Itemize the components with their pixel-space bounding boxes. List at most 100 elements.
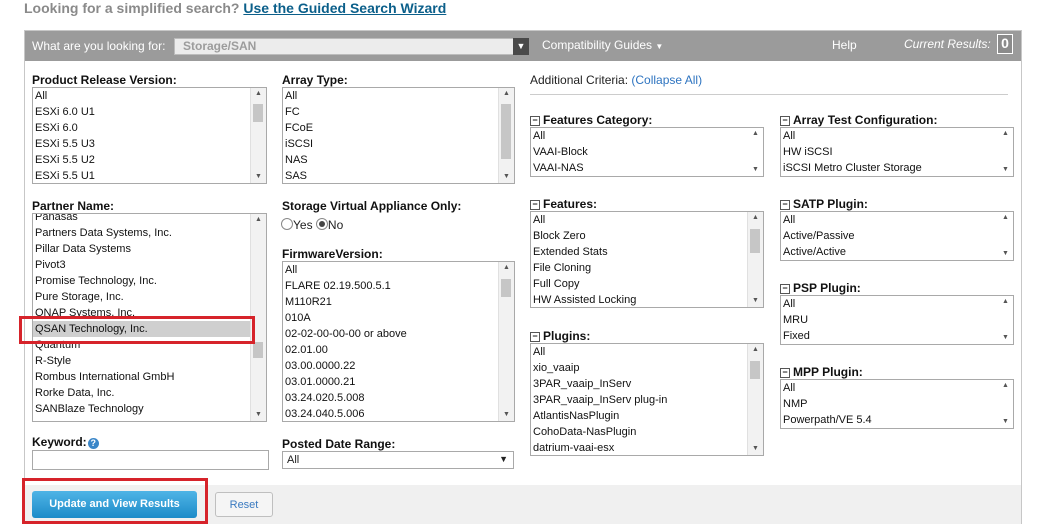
scrollbar[interactable]: ▲ ▼ <box>498 88 514 183</box>
list-option[interactable]: All <box>285 88 313 104</box>
product-release-listbox[interactable]: All ESXi 6.0 U1 ESXi 6.0 ESXi 5.5 U3 ESXi 5.… <box>32 87 267 184</box>
list-option[interactable]: 03.24.040.5.006 <box>285 406 407 421</box>
list-option[interactable]: Rorke Data, Inc. <box>35 385 248 401</box>
reset-button[interactable]: Reset <box>215 492 273 517</box>
list-option[interactable]: datrium-vaai-esx <box>533 440 667 455</box>
list-option[interactable]: M110R21 <box>285 294 407 310</box>
plugins-listbox[interactable]: All xio_vaaip 3PAR_vaaip_InServ 3PAR_vaaip_… <box>530 343 764 456</box>
list-option[interactable]: SANBlaze Technology <box>35 401 248 417</box>
psp-header[interactable]: − PSP Plugin: <box>780 281 861 295</box>
list-option[interactable]: Rombus International GmbH <box>35 369 248 385</box>
chevron-down-icon[interactable]: ▼ <box>513 38 529 55</box>
list-option[interactable]: Extended Stats <box>533 244 636 260</box>
list-option[interactable]: FLARE 02.19.500.5.1 <box>285 278 407 294</box>
list-option[interactable]: ESXi 5.5 U2 <box>35 152 95 168</box>
list-option[interactable]: 010A <box>285 310 407 326</box>
list-option[interactable]: SAS <box>285 168 313 183</box>
list-option[interactable]: All <box>783 128 922 144</box>
list-option[interactable]: MRU <box>783 312 810 328</box>
list-option[interactable]: Pivot3 <box>35 257 248 273</box>
features-category-listbox[interactable]: All VAAI-Block VAAI-NAS ▲ ▼ <box>530 127 764 177</box>
yes-radio[interactable] <box>281 218 293 230</box>
compatibility-guides-menu[interactable]: Compatibility Guides ▼ <box>542 38 663 52</box>
array-test-header[interactable]: − Array Test Configuration: <box>780 113 937 127</box>
scrollbar[interactable]: ▲ ▼ <box>998 128 1013 176</box>
list-option[interactable]: Active/Active <box>783 244 855 260</box>
posted-date-select[interactable]: All ▼ <box>282 451 514 469</box>
collapse-icon[interactable]: − <box>530 332 540 342</box>
satp-header[interactable]: − SATP Plugin: <box>780 197 868 211</box>
collapse-icon[interactable]: − <box>780 368 790 378</box>
list-option[interactable]: R-Style <box>35 353 248 369</box>
list-option[interactable]: All <box>35 88 95 104</box>
list-option[interactable]: iSCSI <box>285 136 313 152</box>
list-option[interactable]: Block Zero <box>533 228 636 244</box>
firmware-listbox[interactable]: All FLARE 02.19.500.5.1 M110R21 010A 02-02-0… <box>282 261 515 422</box>
list-option[interactable]: 03.24.020.5.008 <box>285 390 407 406</box>
list-option[interactable]: Fixed <box>783 328 810 344</box>
list-option[interactable]: All <box>533 344 667 360</box>
list-option[interactable]: All <box>533 128 588 144</box>
list-option[interactable]: All <box>285 262 407 278</box>
update-results-button[interactable]: Update and View Results <box>32 491 197 518</box>
list-option[interactable]: ESXi 6.0 <box>35 120 95 136</box>
list-option[interactable]: HW Assisted Locking <box>533 292 636 307</box>
collapse-icon[interactable]: − <box>530 116 540 126</box>
list-option[interactable]: Active/Passive <box>783 228 855 244</box>
list-option[interactable]: VAAI-Block <box>533 144 588 160</box>
collapse-icon[interactable]: − <box>530 200 540 210</box>
list-option[interactable]: xio_vaaip <box>533 360 667 376</box>
list-option[interactable]: iSCSI Metro Cluster Storage <box>783 160 922 176</box>
psp-listbox[interactable]: All MRU Fixed ▲ ▼ <box>780 295 1014 345</box>
scrollbar[interactable]: ▲ ▼ <box>498 262 514 421</box>
list-option[interactable]: FCoE <box>285 120 313 136</box>
list-option[interactable]: CohoData-NasPlugin <box>533 424 667 440</box>
scrollbar[interactable]: ▲ ▼ <box>250 88 266 183</box>
satp-listbox[interactable]: All Active/Passive Active/Active ▲ ▼ <box>780 211 1014 261</box>
list-option[interactable]: HW iSCSI <box>783 144 922 160</box>
list-option[interactable]: 3PAR_vaaip_InServ <box>533 376 667 392</box>
help-link[interactable]: Help <box>832 38 857 52</box>
list-option[interactable]: NMP <box>783 396 872 412</box>
help-icon[interactable]: ? <box>87 438 99 449</box>
scrollbar[interactable]: ▲ ▼ <box>998 212 1013 260</box>
guided-search-link[interactable]: Use the Guided Search Wizard <box>243 0 446 16</box>
list-option[interactable]: 3PAR_vaaip_InServ plug-in <box>533 392 667 408</box>
scrollbar[interactable]: ▲ ▼ <box>747 212 763 307</box>
list-option[interactable]: All <box>533 212 636 228</box>
list-option[interactable]: 02.01.00 <box>285 342 407 358</box>
list-option[interactable]: ESXi 6.0 U1 <box>35 104 95 120</box>
list-option[interactable]: All <box>783 212 855 228</box>
list-option[interactable]: AtlantisNasPlugin <box>533 408 667 424</box>
scrollbar[interactable]: ▲ ▼ <box>998 296 1013 344</box>
no-radio[interactable] <box>315 218 328 230</box>
list-option[interactable]: Pure Storage, Inc. <box>35 289 248 305</box>
list-option[interactable]: ESXi 5.5 U3 <box>35 136 95 152</box>
collapse-icon[interactable]: − <box>780 200 790 210</box>
list-option[interactable]: VAAI-NAS <box>533 160 588 176</box>
collapse-icon[interactable]: − <box>780 116 790 126</box>
mpp-listbox[interactable]: All NMP Powerpath/VE 5.4 ▲ ▼ <box>780 379 1014 429</box>
list-option[interactable]: Full Copy <box>533 276 636 292</box>
list-option[interactable]: FC <box>285 104 313 120</box>
collapse-all-link[interactable]: (Collapse All) <box>631 73 702 87</box>
array-type-listbox[interactable]: All FC FCoE iSCSI NAS SAS ▲ ▼ <box>282 87 515 184</box>
list-option[interactable]: Partners Data Systems, Inc. <box>35 225 248 241</box>
list-option[interactable]: All <box>783 380 872 396</box>
array-test-listbox[interactable]: All HW iSCSI iSCSI Metro Cluster Storage ▲… <box>780 127 1014 177</box>
list-option[interactable]: Pillar Data Systems <box>35 241 248 257</box>
collapse-icon[interactable]: − <box>780 284 790 294</box>
list-option[interactable]: File Cloning <box>533 260 636 276</box>
scrollbar[interactable]: ▲ ▼ <box>998 380 1013 428</box>
list-option[interactable]: NAS <box>285 152 313 168</box>
list-option[interactable]: Panasas <box>35 214 248 225</box>
list-option[interactable]: 03.00.0000.22 <box>285 358 407 374</box>
list-option[interactable]: ESXi 5.5 U1 <box>35 168 95 183</box>
keyword-input[interactable] <box>32 450 269 470</box>
features-header[interactable]: − Features: <box>530 197 597 211</box>
list-option[interactable]: Promise Technology, Inc. <box>35 273 248 289</box>
scrollbar[interactable]: ▲ ▼ <box>748 128 763 176</box>
list-option[interactable]: All <box>783 296 810 312</box>
features-category-header[interactable]: − Features Category: <box>530 113 652 127</box>
mpp-header[interactable]: − MPP Plugin: <box>780 365 863 379</box>
